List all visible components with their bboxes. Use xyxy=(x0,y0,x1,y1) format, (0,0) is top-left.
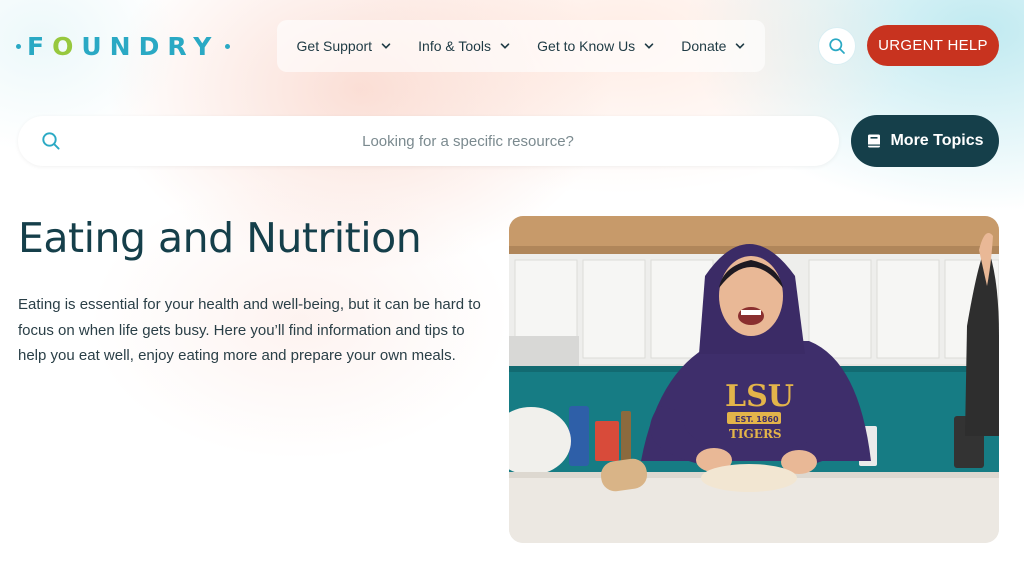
chevron-down-icon xyxy=(736,43,745,49)
logo-dot-right xyxy=(225,43,231,49)
book-icon xyxy=(868,134,881,148)
nav-item-label: Get Support xyxy=(296,38,373,54)
foundry-logo[interactable]: FOUNDRY xyxy=(16,30,231,62)
hoodie-badge: EST. 1860 xyxy=(735,415,779,424)
nav-item-label: Donate xyxy=(681,38,727,54)
nav-item-get-support[interactable]: Get Support xyxy=(297,38,392,54)
nav-item-label: Info & Tools xyxy=(418,38,492,54)
chevron-down-icon xyxy=(500,43,510,49)
page-title: Eating and Nutrition xyxy=(18,214,422,262)
search-icon xyxy=(829,38,845,54)
nav-item-donate[interactable]: Donate xyxy=(681,38,745,54)
page-description: Eating is essential for your health and … xyxy=(18,296,481,364)
more-topics-label: More Topics xyxy=(890,132,984,149)
logo-dot-left xyxy=(16,43,21,49)
hoodie-lettering: LSU xyxy=(725,379,794,414)
nav-item-label: Get to Know Us xyxy=(537,38,636,54)
logo-wordmark: FOUNDRY xyxy=(27,31,220,61)
nav-item-info-tools[interactable]: Info & Tools xyxy=(418,38,510,54)
nav-item-get-to-know-us[interactable]: Get to Know Us xyxy=(537,38,654,54)
more-topics-button[interactable]: More Topics xyxy=(851,115,999,167)
search-icon xyxy=(42,132,60,150)
resource-search-bar xyxy=(18,116,839,166)
urgent-help-button[interactable]: URGENT HELP xyxy=(867,25,999,66)
main-nav: Get Support Info & Tools Get to Know Us … xyxy=(277,20,765,72)
page: FOUNDRY Get Support Info & Tools Get to … xyxy=(0,0,1024,577)
chevron-down-icon xyxy=(644,43,654,49)
hoodie-subtext: TIGERS xyxy=(729,427,782,441)
search-input[interactable] xyxy=(78,116,818,166)
kitchen-scene-image: LSU EST. 1860 TIGERS xyxy=(509,216,999,543)
header-search-button[interactable] xyxy=(818,27,856,65)
chevron-down-icon xyxy=(381,43,391,49)
hero-photo: LSU EST. 1860 TIGERS xyxy=(509,216,999,543)
